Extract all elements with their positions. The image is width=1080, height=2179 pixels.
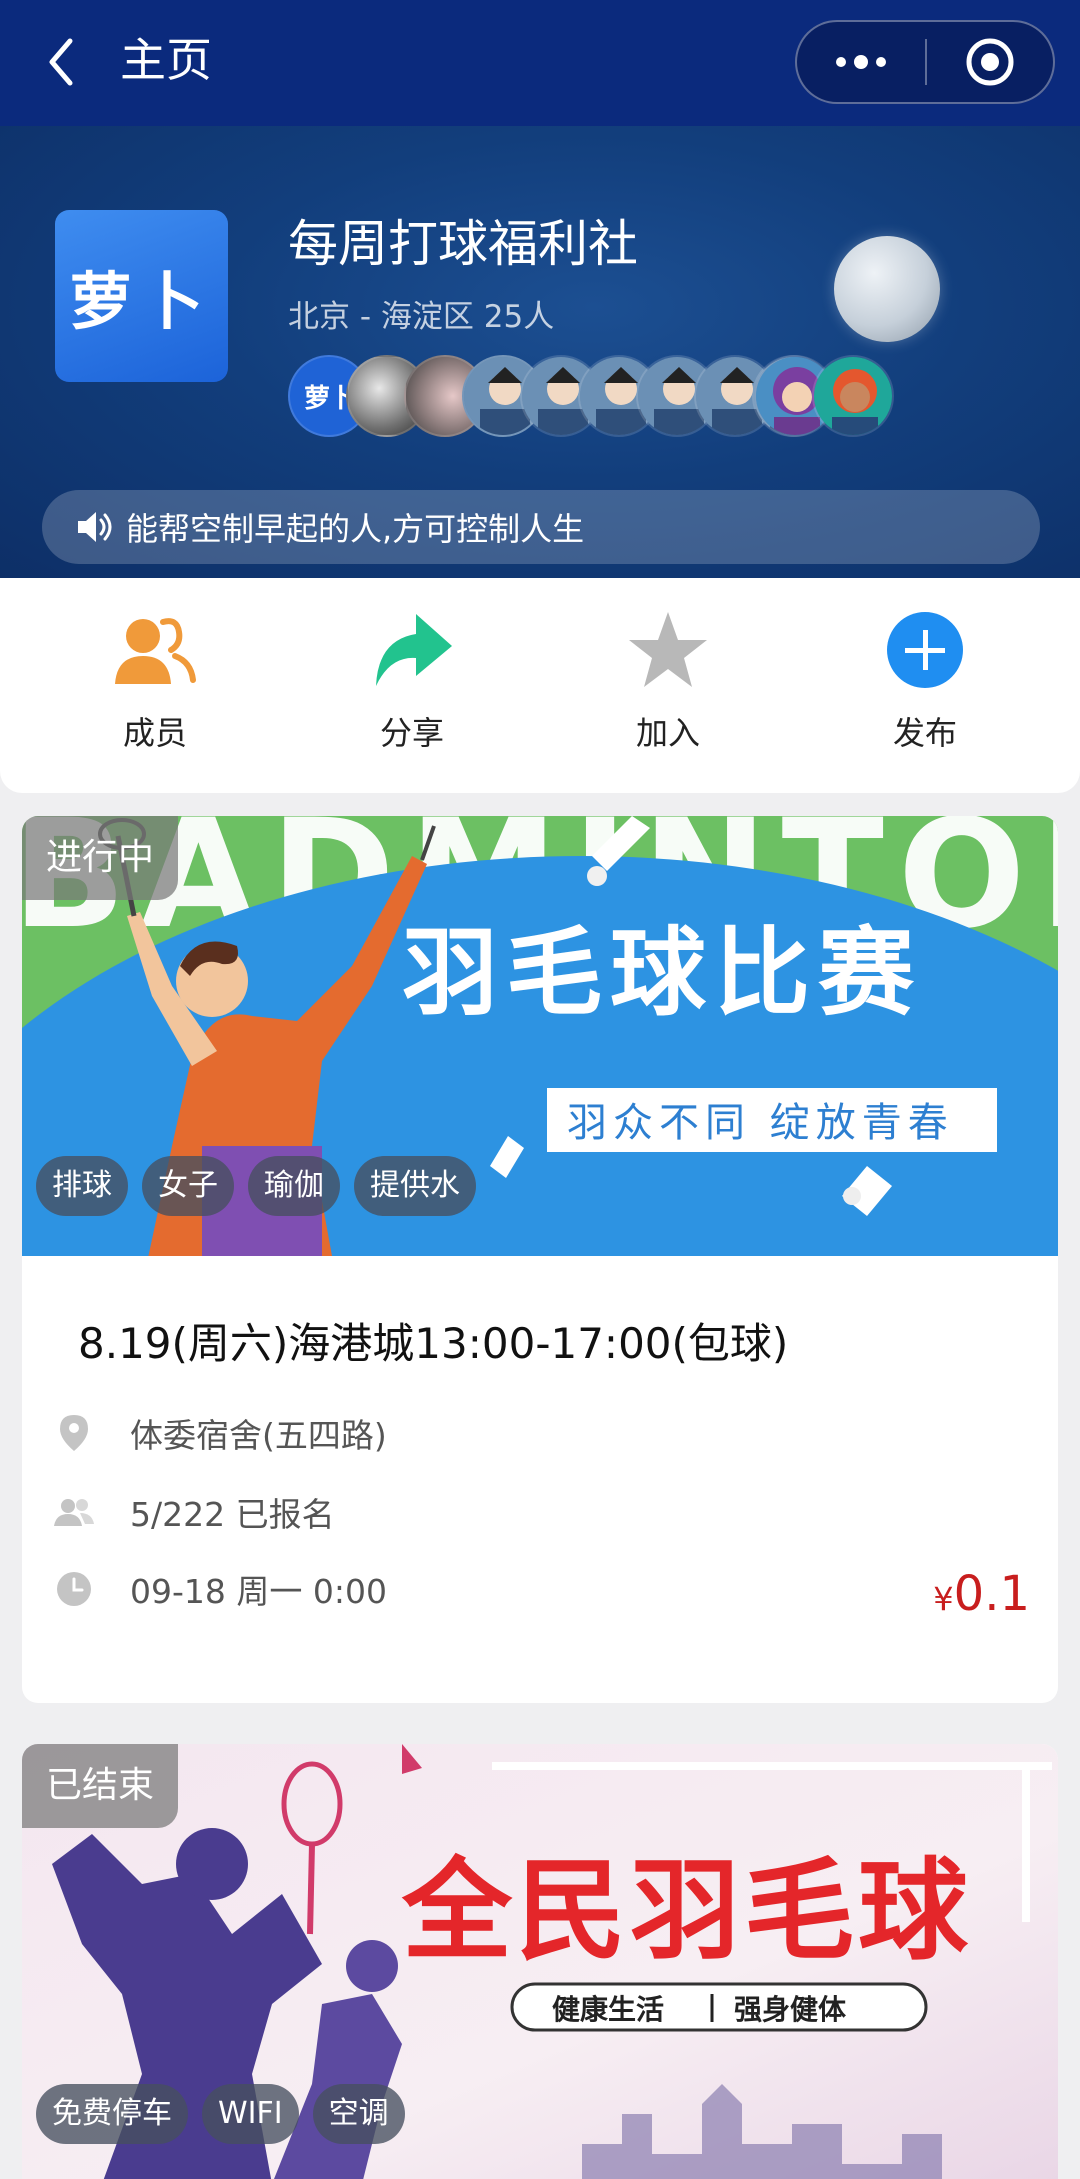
join-label: 加入 xyxy=(635,714,700,752)
miniprogram-capsule xyxy=(795,20,1055,104)
event-location-row: 体委宿舍(五四路) xyxy=(52,1408,387,1458)
event-signup-count: 5/222 已报名 xyxy=(130,1495,335,1534)
more-button[interactable] xyxy=(797,22,925,102)
join-button[interactable]: 加入 xyxy=(578,608,758,768)
moon-decoration xyxy=(834,236,940,342)
avatar[interactable] xyxy=(812,355,894,437)
target-circle-icon xyxy=(966,38,1014,86)
tag: WIFI xyxy=(202,2084,299,2144)
back-button[interactable] xyxy=(36,32,86,92)
plus-circle-icon xyxy=(883,608,967,692)
share-button[interactable]: 分享 xyxy=(322,608,502,768)
people-icon xyxy=(52,1490,96,1534)
event-banner[interactable]: BADMINTON 羽毛球比赛 羽众不同 绽放青春 进行中 排球 女子 xyxy=(22,816,1058,1256)
club-name: 每周打球福利社 xyxy=(288,215,638,273)
publish-button[interactable]: 发布 xyxy=(835,608,1015,768)
club-logo-text: 萝卜 xyxy=(69,265,214,338)
price-value: 0.1 xyxy=(953,1566,1030,1622)
club-location-members: 北京 - 海淀区 25人 xyxy=(288,299,555,335)
tag-list: 免费停车 WIFI 空调 xyxy=(36,2084,405,2179)
members-label: 成员 xyxy=(122,714,187,752)
tag: 提供水 xyxy=(354,1156,476,1216)
more-dots-icon xyxy=(836,55,886,69)
tag: 女子 xyxy=(142,1156,234,1216)
avatar-man-icon xyxy=(814,357,892,435)
event-location: 体委宿舍(五四路) xyxy=(130,1416,387,1455)
location-pin-icon xyxy=(52,1411,96,1455)
action-bar: 成员 分享 加入 发布 xyxy=(0,578,1080,793)
members-icon xyxy=(113,608,197,692)
status-badge: 已结束 xyxy=(22,1744,179,1828)
page-title: 主页 xyxy=(120,33,212,87)
svg-text:全民羽毛球: 全民羽毛球 xyxy=(401,1847,972,1975)
publish-label: 发布 xyxy=(892,714,957,752)
club-header: 萝卜 每周打球福利社 北京 - 海淀区 25人 萝卜 能帮空制早起的人,方可控制… xyxy=(0,126,1080,578)
star-icon xyxy=(626,608,710,692)
svg-text:羽毛球比赛: 羽毛球比赛 xyxy=(402,917,922,1029)
svg-text:健康生活: 健康生活 xyxy=(552,1993,664,2026)
member-avatars[interactable]: 萝卜 xyxy=(288,355,894,437)
notice-bar[interactable]: 能帮空制早起的人,方可控制人生 xyxy=(42,490,1040,564)
tag-list: 排球 女子 瑜伽 提供水 xyxy=(36,1156,476,1216)
status-badge: 进行中 xyxy=(22,816,179,900)
share-arrow-icon xyxy=(370,608,454,692)
svg-text:强身健体: 强身健体 xyxy=(734,1993,847,2026)
event-price: ¥0.1 xyxy=(933,1564,1030,1629)
event-card[interactable]: 全民羽毛球 健康生活 强身健体 已结束 免费停车 WIFI 空调 xyxy=(22,1744,1058,2179)
svg-text:羽众不同 绽放青春: 羽众不同 绽放青春 xyxy=(567,1100,954,1146)
event-time-row: 09-18 周一 0:00 xyxy=(52,1564,387,1614)
chevron-left-icon xyxy=(49,38,73,86)
navigation-bar: 主页 xyxy=(0,0,1080,126)
event-banner[interactable]: 全民羽毛球 健康生活 强身健体 已结束 免费停车 WIFI 空调 xyxy=(22,1744,1058,2179)
event-title: 8.19(周六)海港城13:00-17:00(包球) xyxy=(78,1319,789,1368)
tag: 排球 xyxy=(36,1156,128,1216)
event-time: 09-18 周一 0:00 xyxy=(130,1572,387,1611)
tag: 瑜伽 xyxy=(248,1156,340,1216)
tag: 空调 xyxy=(312,2084,405,2144)
club-logo[interactable]: 萝卜 xyxy=(55,210,228,382)
share-label: 分享 xyxy=(379,714,444,752)
members-button[interactable]: 成员 xyxy=(65,608,245,768)
tag: 免费停车 xyxy=(36,2084,188,2144)
event-card[interactable]: BADMINTON 羽毛球比赛 羽众不同 绽放青春 进行中 排球 女子 xyxy=(22,816,1058,1703)
price-symbol: ¥ xyxy=(933,1580,954,1618)
clock-icon xyxy=(52,1567,96,1611)
notice-text: 能帮空制早起的人,方可控制人生 xyxy=(126,510,585,548)
event-signup-row: 5/222 已报名 xyxy=(52,1487,335,1537)
close-miniprogram-button[interactable] xyxy=(927,22,1053,102)
speaker-icon xyxy=(70,503,118,551)
